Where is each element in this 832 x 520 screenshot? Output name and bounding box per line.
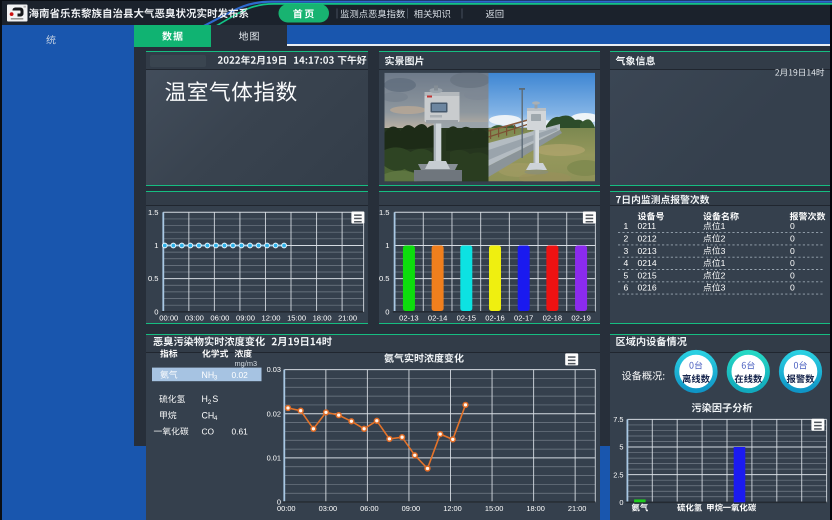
svg-text:0.02: 0.02 (267, 409, 281, 418)
svg-text:12:00: 12:00 (261, 314, 280, 323)
svg-text:0: 0 (385, 307, 389, 316)
svg-text:03:00: 03:00 (185, 314, 204, 323)
svg-text:18:00: 18:00 (313, 314, 332, 323)
svg-text:06:00: 06:00 (360, 504, 379, 513)
svg-text:21:00: 21:00 (568, 504, 587, 513)
svg-text:02-14: 02-14 (428, 314, 447, 323)
svg-text:18:00: 18:00 (526, 504, 545, 513)
svg-text:0.03: 0.03 (267, 365, 281, 374)
svg-text:7.5: 7.5 (613, 415, 623, 424)
svg-text:0212: 0212 (638, 234, 657, 244)
svg-text:2.5: 2.5 (613, 470, 623, 479)
svg-text:S: S (212, 394, 218, 404)
svg-text:2: 2 (721, 234, 726, 244)
svg-text:0: 0 (790, 234, 795, 244)
svg-text:02-17: 02-17 (514, 314, 533, 323)
svg-text:3: 3 (721, 283, 726, 293)
svg-text:2: 2 (624, 234, 629, 244)
svg-text:0213: 0213 (638, 246, 657, 256)
svg-text:0.5: 0.5 (379, 274, 390, 283)
svg-text:1: 1 (721, 221, 726, 231)
svg-text:21:00: 21:00 (338, 314, 357, 323)
svg-text:02-15: 02-15 (457, 314, 476, 323)
svg-text:0: 0 (790, 258, 795, 268)
svg-text:0: 0 (790, 246, 795, 256)
svg-text:2: 2 (721, 270, 726, 280)
svg-text:1: 1 (721, 258, 726, 268)
svg-text:0215: 0215 (638, 270, 657, 280)
svg-text:CO: CO (202, 427, 215, 437)
svg-text:mg/m3: mg/m3 (235, 359, 258, 368)
svg-text:0211: 0211 (638, 221, 657, 231)
svg-text:00:00: 00:00 (159, 314, 178, 323)
svg-text:6: 6 (624, 283, 629, 293)
svg-text:09:00: 09:00 (236, 314, 255, 323)
svg-text:0.02: 0.02 (232, 370, 249, 380)
svg-text:02-18: 02-18 (543, 314, 562, 323)
svg-text:0: 0 (790, 270, 795, 280)
svg-text:3: 3 (624, 246, 629, 256)
svg-text:4: 4 (214, 415, 218, 422)
svg-text:02-16: 02-16 (485, 314, 504, 323)
svg-text:0: 0 (790, 283, 795, 293)
svg-text:0.61: 0.61 (232, 427, 249, 437)
svg-text:0.01: 0.01 (267, 454, 281, 463)
svg-text:1.5: 1.5 (379, 208, 390, 217)
svg-text:02-19: 02-19 (571, 314, 590, 323)
svg-text:15:00: 15:00 (287, 314, 306, 323)
svg-text:1: 1 (385, 241, 389, 250)
svg-text:5: 5 (624, 270, 629, 280)
svg-text:00:00: 00:00 (277, 504, 296, 513)
svg-text:09:00: 09:00 (402, 504, 421, 513)
svg-text:CH: CH (202, 410, 215, 420)
svg-text:12:00: 12:00 (443, 504, 462, 513)
svg-text:02-13: 02-13 (399, 314, 418, 323)
svg-text:1: 1 (154, 241, 158, 250)
svg-text:1: 1 (624, 221, 629, 231)
svg-text:0216: 0216 (638, 283, 657, 293)
svg-text:0: 0 (619, 498, 623, 507)
svg-text:0: 0 (790, 221, 795, 231)
svg-text:2: 2 (208, 399, 212, 406)
svg-text:0214: 0214 (638, 258, 657, 268)
svg-text:3: 3 (214, 375, 218, 382)
svg-text:NH: NH (202, 370, 215, 380)
svg-text:15:00: 15:00 (485, 504, 504, 513)
svg-text:0: 0 (154, 307, 158, 316)
svg-text:03:00: 03:00 (319, 504, 338, 513)
svg-text:3: 3 (721, 246, 726, 256)
svg-text:06:00: 06:00 (210, 314, 229, 323)
svg-text:1.5: 1.5 (148, 208, 159, 217)
svg-text:0.5: 0.5 (148, 274, 159, 283)
svg-text:5: 5 (619, 443, 623, 452)
svg-text:4: 4 (624, 258, 629, 268)
